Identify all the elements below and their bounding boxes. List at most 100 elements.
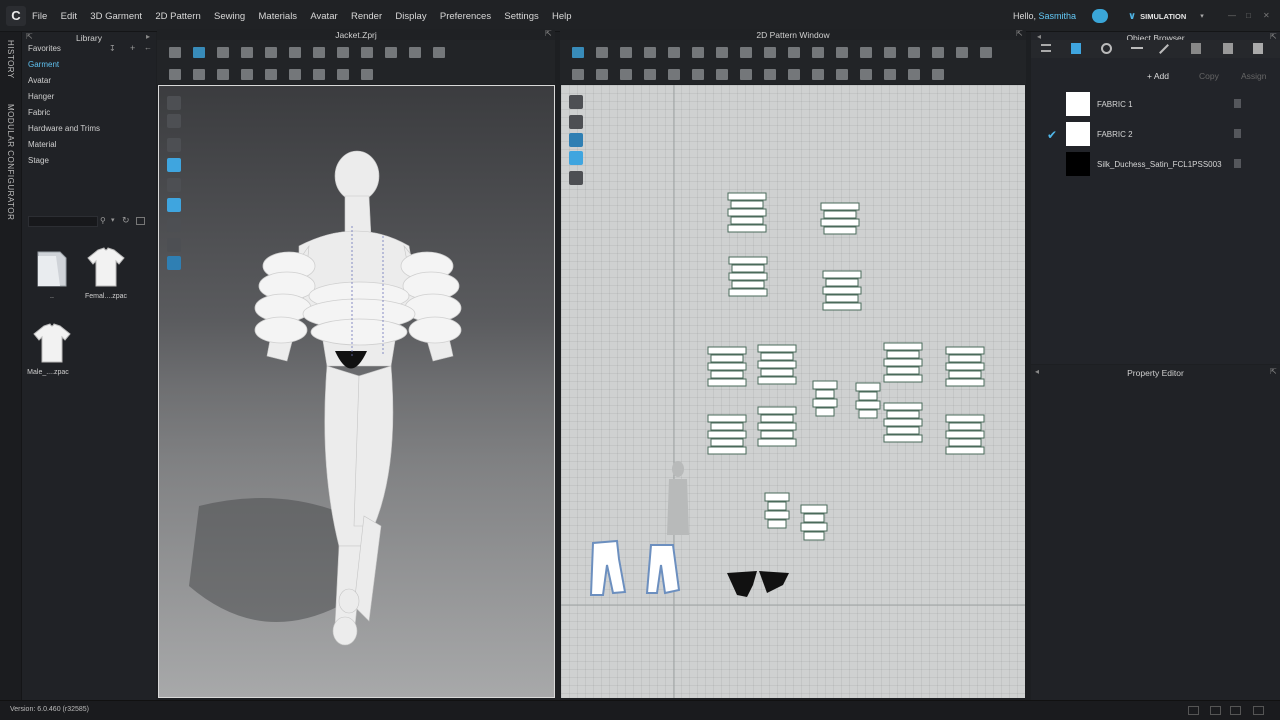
library-search-input[interactable] <box>28 216 98 227</box>
menu-materials[interactable]: Materials <box>259 11 298 22</box>
maximize-icon[interactable]: □ <box>1246 11 1251 20</box>
refresh-icon[interactable]: ↻ <box>122 215 130 226</box>
toolbar-tool-icon[interactable] <box>620 69 632 80</box>
toolbar-tool-icon[interactable] <box>644 69 656 80</box>
toolbar-tool-icon[interactable] <box>812 47 824 58</box>
menu-file[interactable]: File <box>32 11 47 22</box>
pattern-tool-icon[interactable] <box>569 133 583 147</box>
copy-button[interactable]: Copy <box>1199 71 1219 81</box>
toolbar-tool-icon[interactable] <box>361 47 373 58</box>
texture-tab-icon[interactable] <box>1253 43 1263 54</box>
toolbar-tool-icon[interactable] <box>788 47 800 58</box>
toolbar-tool-icon[interactable] <box>692 69 704 80</box>
list-icon[interactable] <box>1041 44 1051 52</box>
history-tab[interactable]: HISTORY <box>6 40 15 79</box>
toolbar-tool-icon[interactable] <box>764 69 776 80</box>
viewport-tool-icon[interactable] <box>167 256 181 270</box>
toolbar-tool-icon[interactable] <box>620 47 632 58</box>
viewport-tool-icon[interactable] <box>167 96 181 110</box>
toolbar-tool-icon[interactable] <box>433 47 445 58</box>
library-tree-fabric[interactable]: Fabric <box>28 108 50 117</box>
toolbar-tool-icon[interactable] <box>193 69 205 80</box>
toolbar-tool-icon[interactable] <box>836 69 848 80</box>
toolbar-tool-icon[interactable] <box>980 47 992 58</box>
library-tree-hardware-and-trims[interactable]: Hardware and Trims <box>28 124 100 133</box>
pattern-tool-icon[interactable] <box>569 115 583 129</box>
pattern-tool-icon[interactable] <box>569 95 583 109</box>
minimize-icon[interactable]: — <box>1228 11 1236 20</box>
toolbar-tool-icon[interactable] <box>716 47 728 58</box>
toolbar-tool-icon[interactable] <box>572 47 584 58</box>
fabric-options-icon[interactable] <box>1234 99 1241 108</box>
library-tree-hanger[interactable]: Hanger <box>28 92 54 101</box>
add-fabric-button[interactable]: + Add <box>1147 71 1169 81</box>
collapse-icon[interactable]: ◂ <box>1035 367 1039 376</box>
modular-configurator-tab[interactable]: MODULAR CONFIGURATOR <box>6 104 15 220</box>
pattern-tool-icon[interactable] <box>569 151 583 165</box>
button-tab-icon[interactable] <box>1101 43 1112 54</box>
toolbar-tool-icon[interactable] <box>740 47 752 58</box>
toolbar-tool-icon[interactable] <box>956 47 968 58</box>
viewport-tool-icon[interactable] <box>167 238 181 252</box>
assign-button[interactable]: Assign <box>1241 71 1267 81</box>
toolbar-tool-icon[interactable] <box>313 69 325 80</box>
viewport-3d[interactable] <box>158 85 555 698</box>
toolbar-tool-icon[interactable] <box>193 47 205 58</box>
add-icon[interactable]: + <box>130 43 135 53</box>
cloud-icon[interactable] <box>1092 9 1108 23</box>
library-item-female-zpac[interactable] <box>84 246 128 290</box>
toolbar-tool-icon[interactable] <box>169 47 181 58</box>
library-item-male-zpac[interactable] <box>30 322 74 366</box>
toolbar-tool-icon[interactable] <box>241 69 253 80</box>
toolbar-tool-icon[interactable] <box>596 69 608 80</box>
trim-tab-icon[interactable] <box>1191 43 1201 54</box>
undock-icon[interactable]: ⇱ <box>545 29 552 38</box>
fabric-row[interactable]: ✔ FABRIC 2 <box>1040 122 1272 148</box>
library-item-folder[interactable] <box>30 246 74 290</box>
toolbar-tool-icon[interactable] <box>385 47 397 58</box>
toolbar-tool-icon[interactable] <box>788 69 800 80</box>
viewport-tool-icon[interactable] <box>167 198 181 212</box>
toolbar-tool-icon[interactable] <box>692 47 704 58</box>
toolbar-tool-icon[interactable] <box>908 47 920 58</box>
toolbar-tool-icon[interactable] <box>409 47 421 58</box>
viewport-tool-icon[interactable] <box>167 114 181 128</box>
menu-avatar[interactable]: Avatar <box>310 11 337 22</box>
library-tree-favorites[interactable]: Favorites <box>28 44 61 53</box>
fabric-row[interactable]: FABRIC 1 <box>1040 92 1272 118</box>
toolbar-tool-icon[interactable] <box>932 69 944 80</box>
library-tree-material[interactable]: Material <box>28 140 56 149</box>
simulation-mode-button[interactable]: ∨ SIMULATION ▾ <box>1128 8 1212 24</box>
graphic-tab-icon[interactable] <box>1223 43 1233 54</box>
fabric-options-icon[interactable] <box>1234 159 1241 168</box>
menu-help[interactable]: Help <box>552 11 572 22</box>
toolbar-tool-icon[interactable] <box>313 47 325 58</box>
back-icon[interactable]: ← <box>144 43 152 52</box>
zipper-tab-icon[interactable] <box>1131 47 1143 49</box>
topstitch-tab-icon[interactable] <box>1159 44 1169 54</box>
toolbar-tool-icon[interactable] <box>337 47 349 58</box>
search-icon[interactable]: ⚲ <box>100 216 106 225</box>
toolbar-tool-icon[interactable] <box>572 69 584 80</box>
undock-icon[interactable]: ⇱ <box>1270 367 1277 376</box>
menu-settings[interactable]: Settings <box>504 11 538 22</box>
toolbar-tool-icon[interactable] <box>932 47 944 58</box>
toolbar-tool-icon[interactable] <box>884 47 896 58</box>
toolbar-tool-icon[interactable] <box>596 47 608 58</box>
pattern-window-2d[interactable] <box>561 85 1025 698</box>
fabric-swatch[interactable] <box>1066 122 1090 146</box>
close-icon[interactable]: ✕ <box>1263 11 1270 20</box>
viewport-tool-icon[interactable] <box>167 218 181 232</box>
app-logo[interactable]: C <box>6 6 26 26</box>
download-icon[interactable]: ↧ <box>109 44 116 53</box>
view-split-icon[interactable] <box>1253 706 1264 715</box>
fabric-swatch[interactable] <box>1066 152 1090 176</box>
menu-edit[interactable]: Edit <box>61 11 77 22</box>
toolbar-tool-icon[interactable] <box>860 69 872 80</box>
toolbar-tool-icon[interactable] <box>812 69 824 80</box>
toolbar-tool-icon[interactable] <box>217 47 229 58</box>
toolbar-tool-icon[interactable] <box>289 47 301 58</box>
toolbar-tool-icon[interactable] <box>884 69 896 80</box>
toolbar-tool-icon[interactable] <box>908 69 920 80</box>
menu-preferences[interactable]: Preferences <box>440 11 491 22</box>
